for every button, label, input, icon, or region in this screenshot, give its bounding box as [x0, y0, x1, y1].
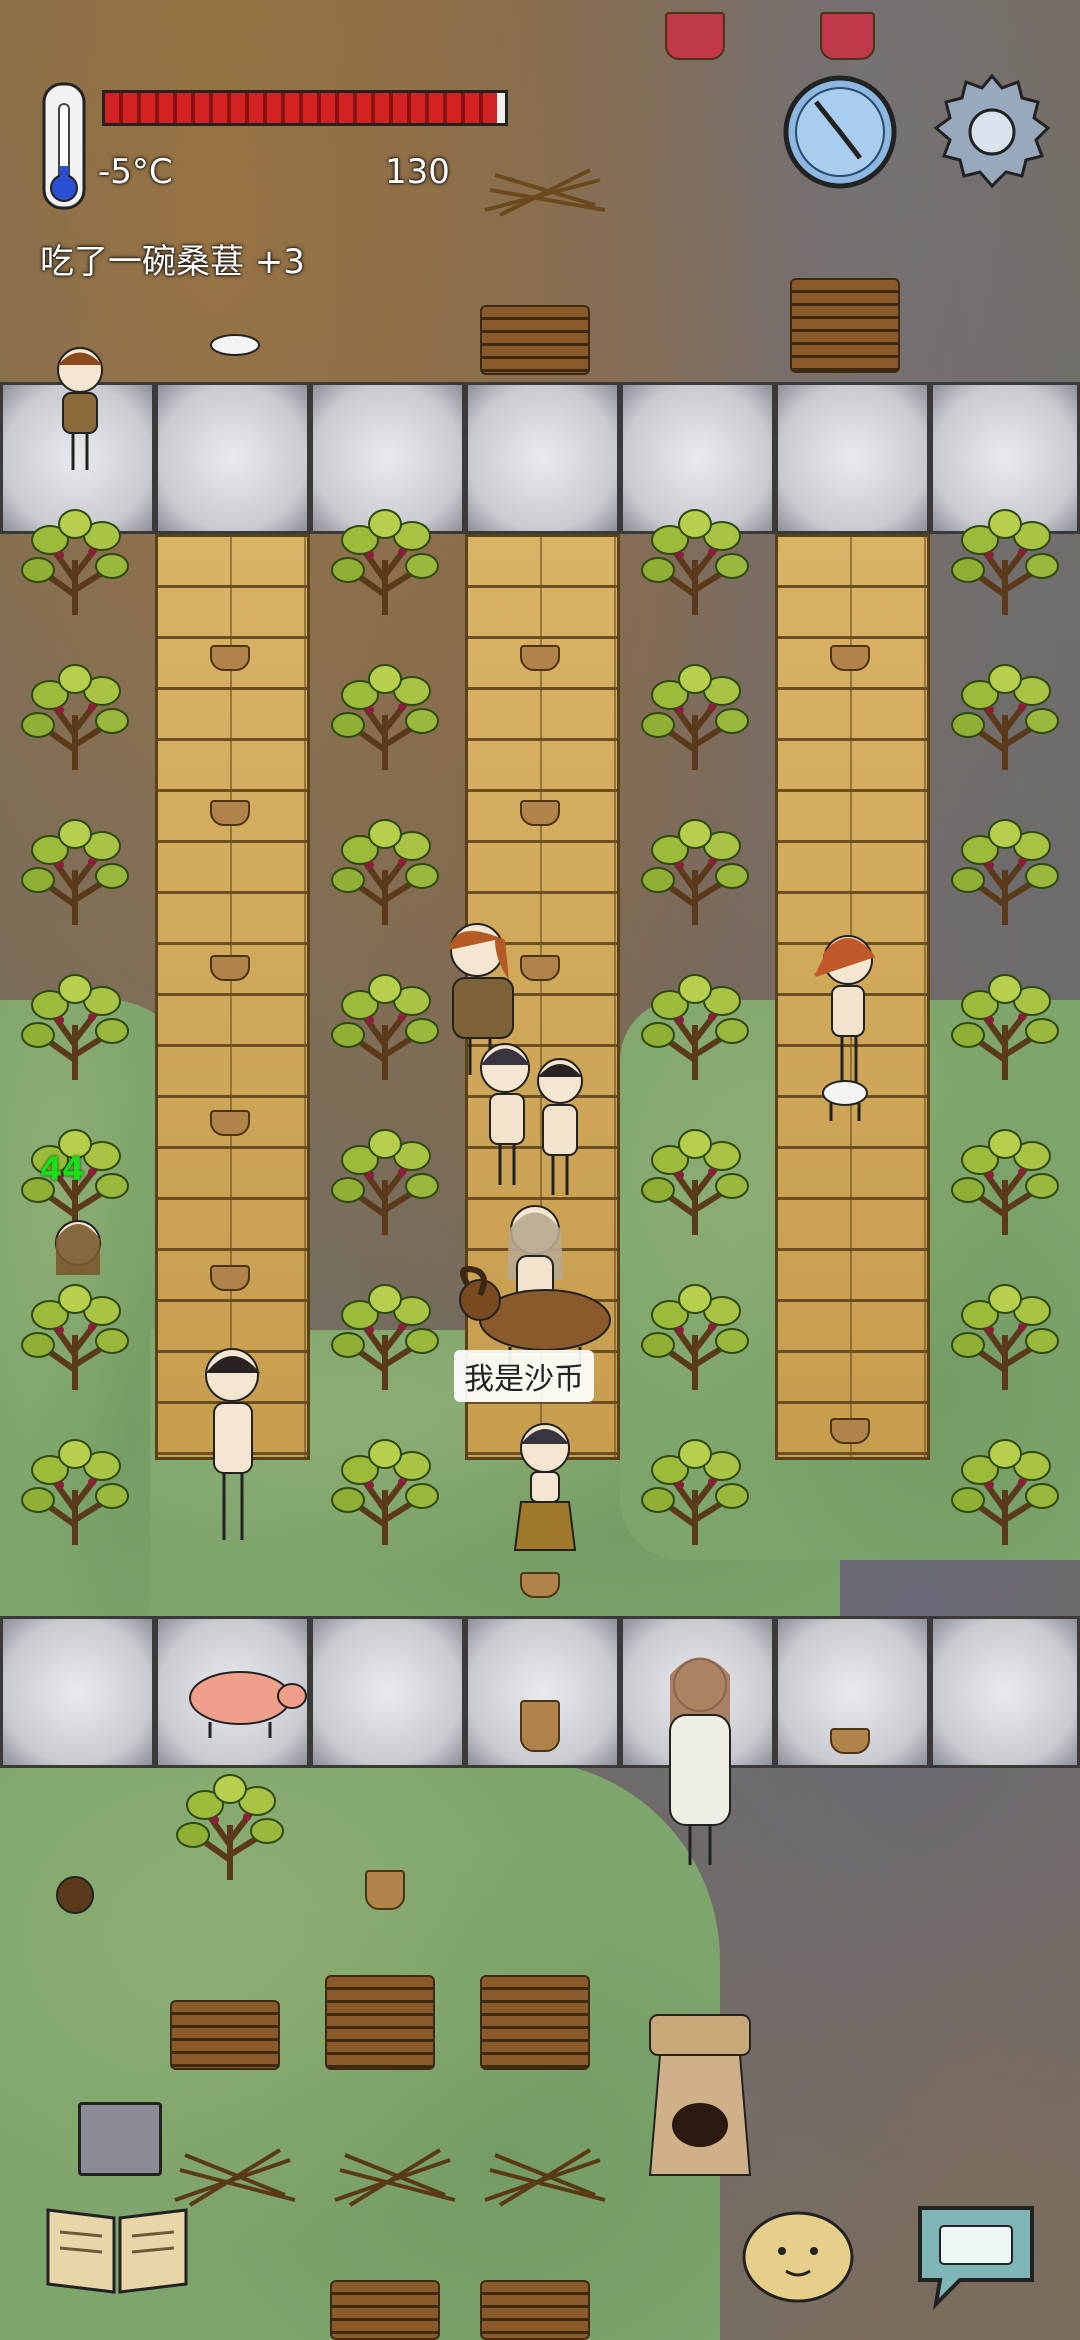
- berry-basket[interactable]: [665, 12, 725, 60]
- score-counter: 130: [385, 152, 450, 192]
- firewood-pile[interactable]: [170, 2000, 280, 2070]
- floating-number: 44: [40, 1150, 85, 1188]
- firewood-pile[interactable]: [480, 2280, 590, 2340]
- adobe-kiln[interactable]: [640, 2010, 760, 2180]
- villager-child[interactable]: [525, 1055, 595, 1205]
- stacked-baskets[interactable]: [365, 1870, 405, 1910]
- temperature-readout: -5°C: [98, 152, 173, 192]
- empty-basket[interactable]: [830, 1418, 870, 1444]
- wild-boar[interactable]: [50, 1870, 100, 1920]
- empty-basket[interactable]: [210, 1265, 250, 1291]
- domestic-pig[interactable]: [180, 1660, 310, 1740]
- berry-basket[interactable]: [210, 955, 250, 981]
- kindling-pile[interactable]: [480, 160, 610, 220]
- berry-basket[interactable]: [520, 645, 560, 671]
- berry-basket[interactable]: [820, 12, 875, 60]
- berry-basket[interactable]: [210, 645, 250, 671]
- empty-basket[interactable]: [210, 800, 250, 826]
- kindling-pile[interactable]: [480, 2140, 610, 2210]
- empty-basket[interactable]: [520, 800, 560, 826]
- empty-basket[interactable]: [210, 1110, 250, 1136]
- firewood-pile[interactable]: [480, 1975, 590, 2070]
- firewood-pile[interactable]: [790, 278, 900, 373]
- rabbit[interactable]: [205, 330, 265, 360]
- stone-floor-tile: [0, 1616, 155, 1768]
- stacked-baskets[interactable]: [520, 1700, 560, 1752]
- empty-basket[interactable]: [830, 1728, 870, 1754]
- thermometer-icon: [42, 82, 86, 210]
- villager-grass-skirt[interactable]: [505, 1420, 585, 1560]
- kindling-pile[interactable]: [330, 2140, 460, 2210]
- villager-wool-coat[interactable]: [655, 1645, 745, 1870]
- villager-child[interactable]: [45, 345, 115, 475]
- villager-child[interactable]: [200, 1345, 280, 1545]
- firewood-pile[interactable]: [330, 2280, 440, 2340]
- stone-block[interactable]: [78, 2102, 162, 2176]
- mountain-goat[interactable]: [815, 1065, 875, 1125]
- game-world[interactable]: 44 我是沙币: [0, 0, 1080, 2340]
- berry-basket[interactable]: [830, 645, 870, 671]
- villager-bearded[interactable]: [40, 1215, 120, 1355]
- stone-floor-tile: [310, 1616, 465, 1768]
- hunger-bar: [102, 90, 508, 126]
- empty-basket[interactable]: [520, 1572, 560, 1598]
- firewood-pile[interactable]: [325, 1975, 435, 2070]
- stone-floor-tile: [930, 1616, 1080, 1768]
- book-icon[interactable]: [42, 2200, 192, 2300]
- face-icon[interactable]: [738, 2205, 858, 2305]
- status-message: 吃了一碗桑葚 +3: [40, 242, 305, 282]
- gear-icon[interactable]: [930, 70, 1054, 194]
- hunger-bar-fill: [105, 93, 497, 123]
- speech-bubble: 我是沙币: [454, 1350, 594, 1402]
- compass-icon[interactable]: [780, 72, 900, 192]
- firewood-pile[interactable]: [480, 305, 590, 375]
- keyboard-icon[interactable]: [912, 2200, 1040, 2310]
- mulberry-tree[interactable]: [175, 1740, 285, 1910]
